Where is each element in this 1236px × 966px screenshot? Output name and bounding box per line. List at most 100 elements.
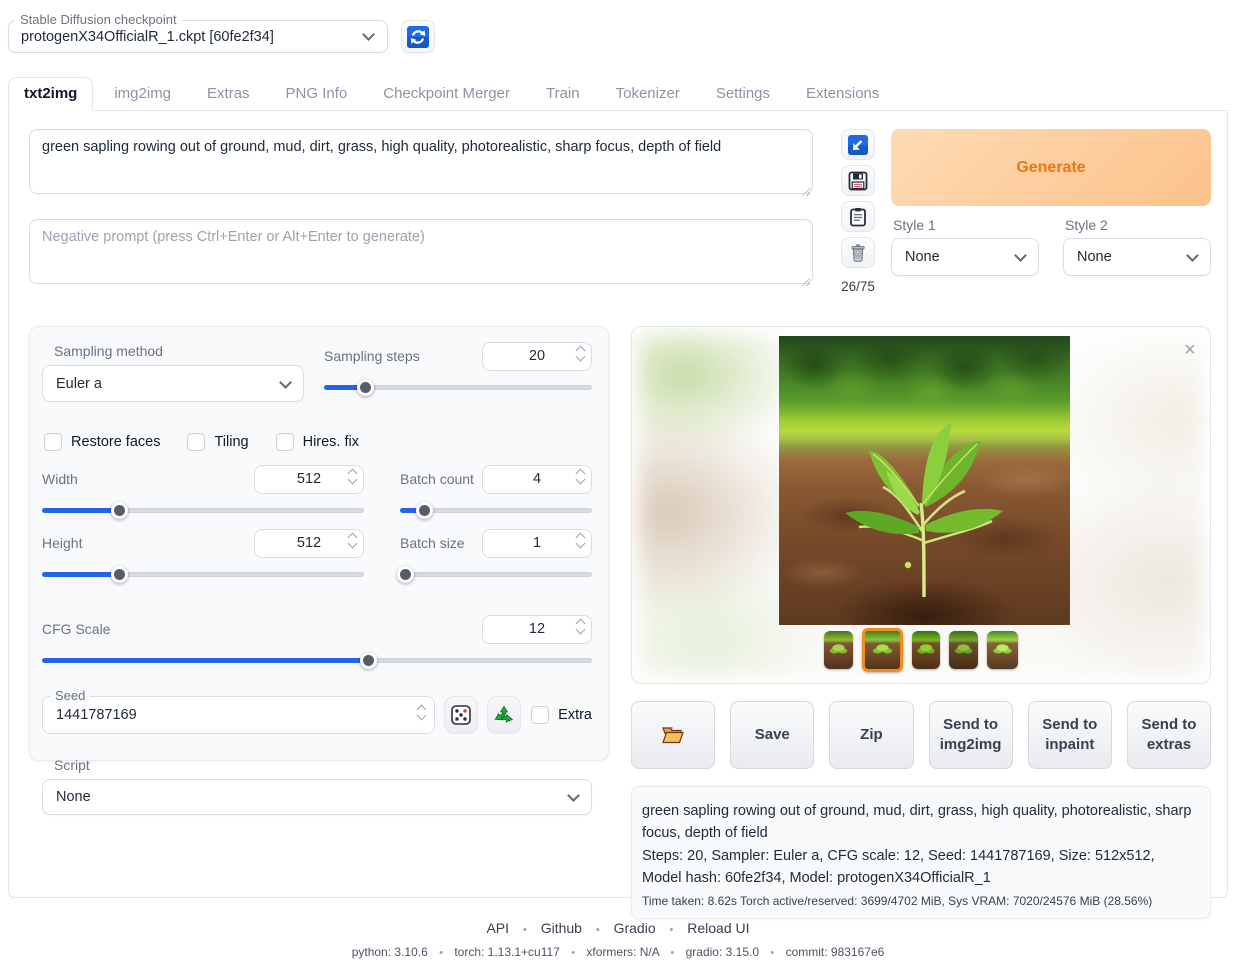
seed-input[interactable]: Seed 1441787169 [42, 696, 435, 734]
option-checkboxes: Restore faces Tiling Hires. fix [44, 433, 592, 451]
hires-fix-checkbox[interactable]: Hires. fix [276, 433, 359, 451]
batch-count-label: Batch count [400, 471, 474, 487]
height-input[interactable]: 512 [254, 529, 364, 558]
tab-img2img[interactable]: img2img [99, 78, 186, 110]
extra-label: Extra [558, 707, 592, 723]
zip-button[interactable]: Zip [829, 701, 913, 769]
sampling-method-select[interactable]: Euler a [42, 365, 304, 402]
stepper-arrows-icon[interactable] [349, 534, 356, 547]
batch-count-slider[interactable] [400, 502, 592, 519]
refresh-icon [406, 25, 430, 49]
api-link[interactable]: API [486, 920, 509, 936]
stepper-arrows-icon[interactable] [577, 620, 584, 633]
reload-ui-link[interactable]: Reload UI [687, 920, 749, 936]
separator-dot: • [670, 947, 674, 959]
stepper-arrows-icon[interactable] [577, 534, 584, 547]
style2-select[interactable]: None [1063, 238, 1211, 276]
top-bar: Stable Diffusion checkpoint protogenX34O… [0, 0, 1236, 53]
script-select[interactable]: None [42, 779, 592, 815]
checkbox-icon[interactable] [44, 433, 62, 451]
gallery-thumbnail-1[interactable] [824, 631, 853, 669]
commit-hash: commit: 983167e6 [786, 945, 885, 959]
xformers-version: xformers: N/A [586, 945, 659, 959]
stepper-arrows-icon[interactable] [418, 706, 425, 719]
token-counter: 26/75 [841, 279, 875, 294]
script-label: Script [54, 757, 592, 773]
cfg-scale-slider[interactable] [42, 652, 592, 669]
random-seed-button[interactable] [444, 696, 478, 734]
generate-button[interactable]: Generate [891, 129, 1211, 206]
gradio-link[interactable]: Gradio [614, 920, 656, 936]
height-value: 512 [297, 535, 321, 551]
chevron-down-icon [1186, 249, 1199, 262]
cfg-scale-input[interactable]: 12 [482, 615, 592, 644]
result-gallery: × [631, 326, 1211, 684]
batch-size-slider[interactable] [400, 566, 592, 583]
checkbox-icon[interactable] [276, 433, 294, 451]
negative-prompt-input[interactable] [29, 219, 813, 284]
sampling-steps-input[interactable]: 20 [482, 342, 592, 371]
sampling-steps-slider[interactable] [324, 379, 592, 396]
main-tabs: txt2img img2img Extras PNG Info Checkpoi… [8, 77, 1228, 111]
gallery-thumbnail-5[interactable] [987, 631, 1018, 669]
style2-value: None [1077, 249, 1112, 265]
height-slider[interactable] [42, 566, 364, 583]
clear-prompt-button[interactable] [841, 237, 875, 268]
stepper-arrows-icon[interactable] [349, 470, 356, 483]
save-style-button[interactable] [841, 165, 875, 196]
seed-value: 1441787169 [56, 707, 137, 723]
style1-select[interactable]: None [891, 238, 1039, 276]
apply-style-button[interactable] [841, 201, 875, 232]
batch-size-input[interactable]: 1 [482, 529, 592, 558]
tab-png-info[interactable]: PNG Info [271, 78, 363, 110]
batch-size-label: Batch size [400, 535, 465, 551]
txt2img-panel: green sapling rowing out of ground, mud,… [8, 111, 1228, 898]
send-to-extras-button[interactable]: Send to extras [1127, 701, 1211, 769]
refresh-checkpoints-button[interactable] [401, 20, 435, 53]
generated-image[interactable] [779, 336, 1070, 625]
stepper-arrows-icon[interactable] [577, 347, 584, 360]
checkbox-icon[interactable] [187, 433, 205, 451]
info-params-text: Steps: 20, Sampler: Euler a, CFG scale: … [642, 845, 1194, 890]
gallery-thumbnail-3[interactable] [912, 631, 940, 669]
python-version: python: 3.10.6 [352, 945, 428, 959]
open-folder-button[interactable] [631, 701, 715, 769]
restore-faces-checkbox[interactable]: Restore faces [44, 433, 160, 451]
tab-extras[interactable]: Extras [192, 78, 265, 110]
close-icon[interactable]: × [1178, 339, 1202, 363]
checkbox-icon[interactable] [531, 706, 549, 724]
tab-txt2img[interactable]: txt2img [8, 77, 93, 111]
tab-extensions[interactable]: Extensions [791, 78, 894, 110]
thumbnail-strip [632, 628, 1210, 672]
extra-seed-checkbox[interactable]: Extra [531, 706, 592, 724]
sapling-illustration [829, 407, 1019, 607]
recycle-icon [493, 704, 515, 726]
github-link[interactable]: Github [541, 920, 582, 936]
reuse-seed-button[interactable] [487, 696, 521, 734]
prompt-input[interactable]: green sapling rowing out of ground, mud,… [29, 129, 813, 194]
tab-tokenizer[interactable]: Tokenizer [601, 78, 695, 110]
cfg-scale-value: 12 [529, 621, 545, 637]
tab-settings[interactable]: Settings [701, 78, 785, 110]
floppy-disk-icon [848, 171, 868, 191]
trash-icon [848, 243, 868, 263]
tab-checkpoint-merger[interactable]: Checkpoint Merger [368, 78, 525, 110]
width-input[interactable]: 512 [254, 465, 364, 494]
gallery-thumbnail-4[interactable] [949, 631, 978, 669]
paste-params-button[interactable] [841, 129, 875, 160]
send-to-img2img-button[interactable]: Send to img2img [929, 701, 1013, 769]
save-button[interactable]: Save [730, 701, 814, 769]
content-row: Sampling method Euler a Sampling steps 2… [29, 326, 1211, 919]
tiling-checkbox[interactable]: Tiling [187, 433, 248, 451]
stepper-arrows-icon[interactable] [577, 470, 584, 483]
checkpoint-select[interactable]: Stable Diffusion checkpoint protogenX34O… [8, 20, 388, 53]
gallery-thumbnail-2-selected[interactable] [862, 628, 903, 672]
batch-count-input[interactable]: 4 [482, 465, 592, 494]
send-to-inpaint-button[interactable]: Send to inpaint [1028, 701, 1112, 769]
tab-train[interactable]: Train [531, 78, 595, 110]
sampling-method-value: Euler a [56, 376, 102, 392]
gradio-version: gradio: 3.15.0 [686, 945, 759, 959]
footer-versions: python: 3.10.6 • torch: 1.13.1+cu117 • x… [0, 945, 1236, 959]
width-slider[interactable] [42, 502, 364, 519]
info-prompt-text: green sapling rowing out of ground, mud,… [642, 800, 1194, 845]
